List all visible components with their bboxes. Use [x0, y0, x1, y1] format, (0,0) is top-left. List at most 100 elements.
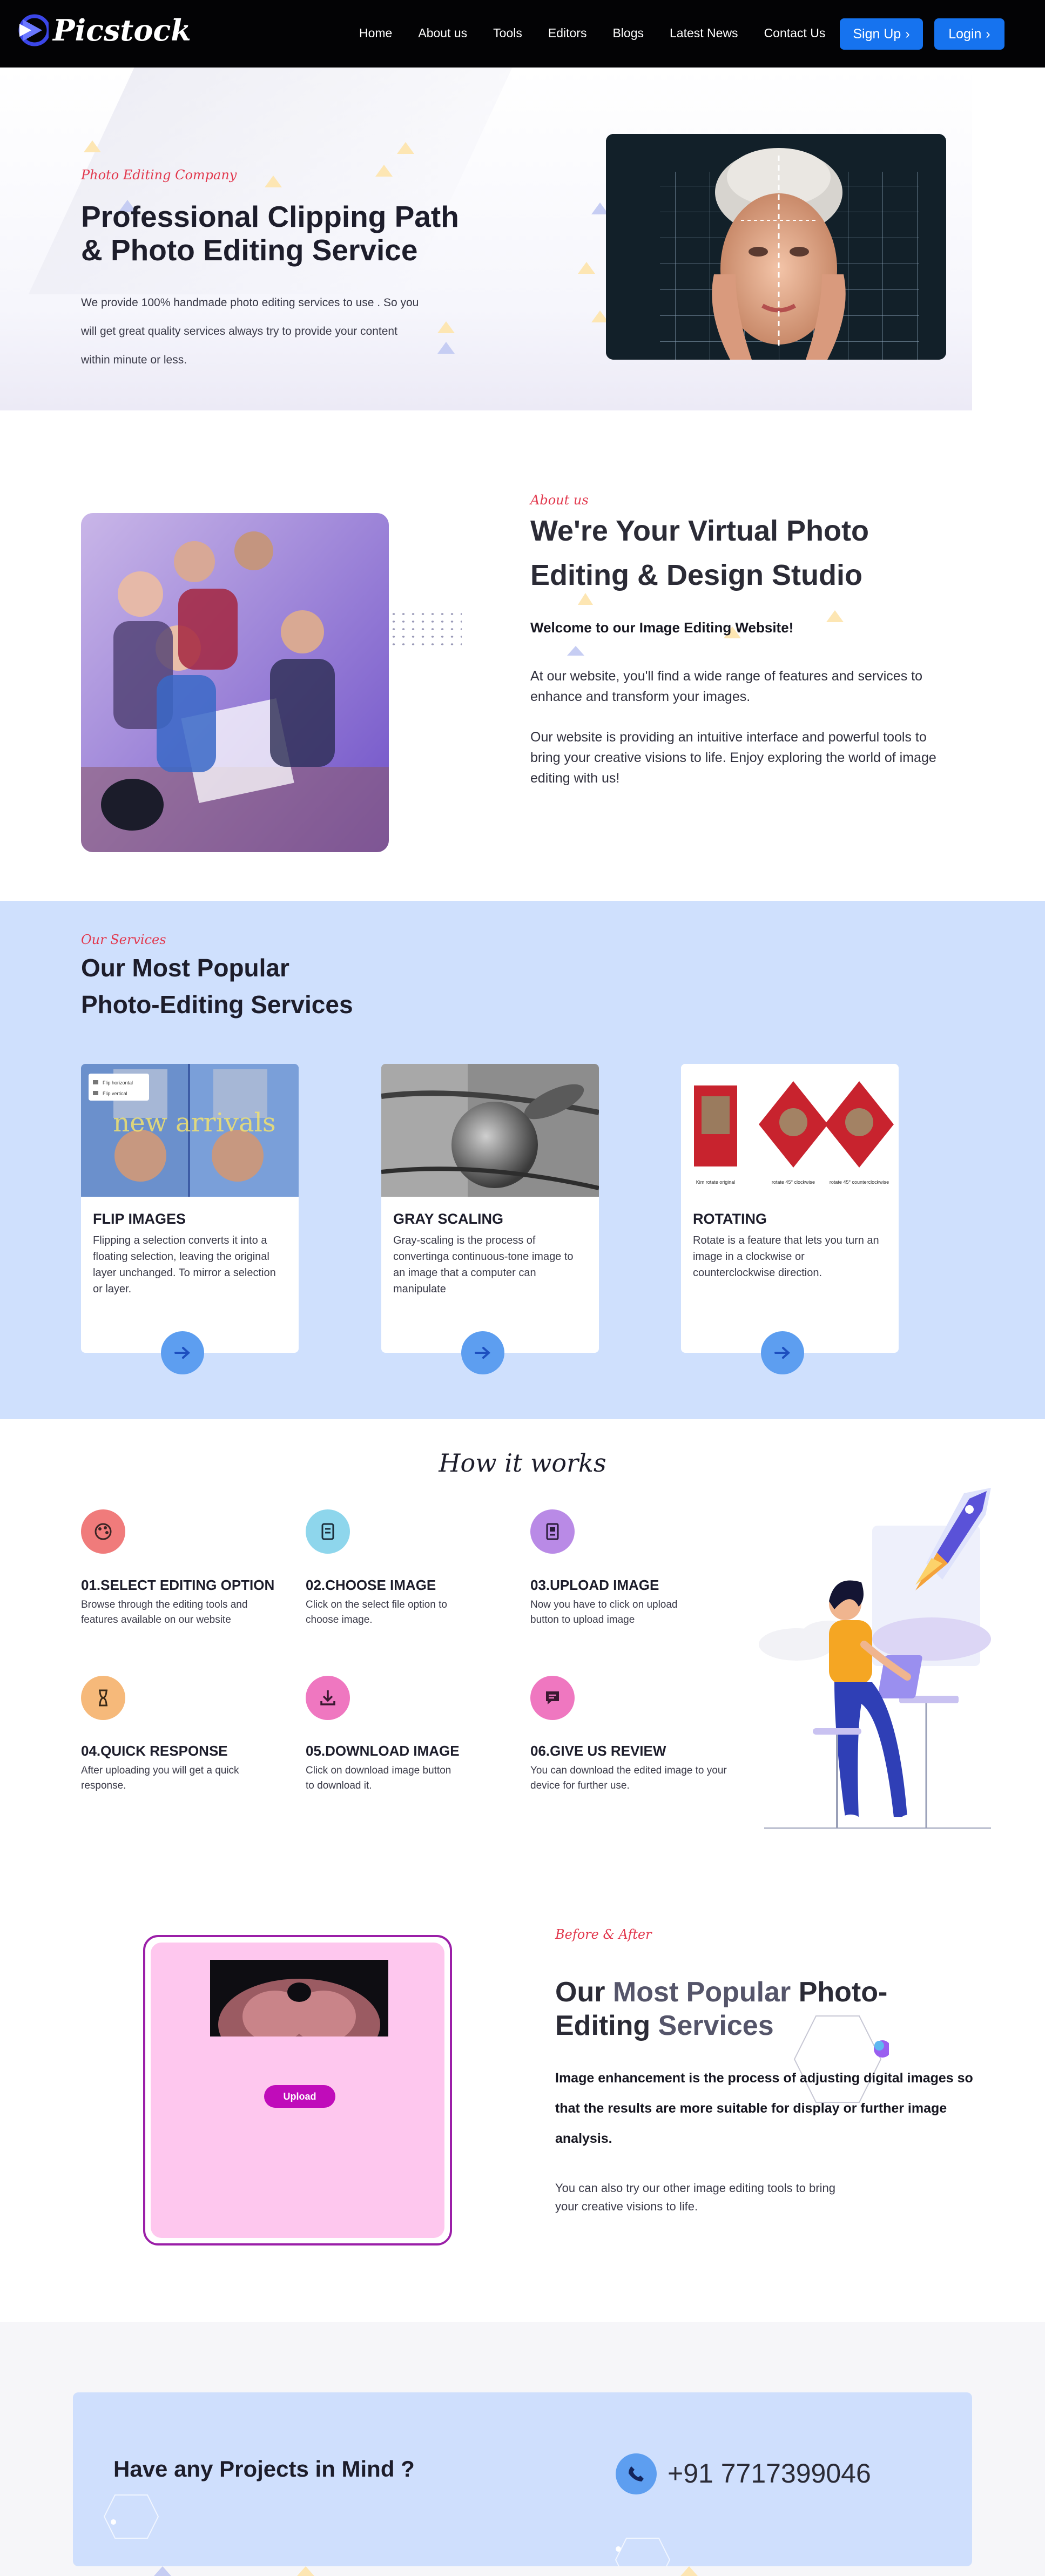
top-navbar: Picstock Home About us Tools Editors Blo…	[0, 0, 1045, 68]
chat-icon	[530, 1676, 575, 1720]
service-card-description: Flipping a selection converts it into a …	[93, 1235, 276, 1295]
title-part: Editing	[555, 2010, 658, 2041]
hero-image	[606, 134, 946, 360]
preview-image	[210, 1960, 388, 2036]
rotating-card-image: Kim rotate original rotate 45° clockwise…	[681, 1064, 899, 1197]
flip-vertical-text: Flip vertical	[103, 1091, 127, 1096]
nav-link-latest-news[interactable]: Latest News	[670, 26, 738, 41]
decor-triangle-icon	[437, 342, 455, 354]
logo-mark-icon	[17, 13, 51, 48]
step-description: You can download the edited image to you…	[530, 1765, 727, 1791]
rotating-card-arrow-button[interactable]	[761, 1331, 804, 1374]
services-kicker: Our Services	[81, 932, 166, 947]
flip-card-arrow-button[interactable]	[161, 1331, 204, 1374]
decor-triangle-icon	[154, 2566, 171, 2576]
rotate-caption: rotate 45° counterclockwise	[830, 1179, 889, 1185]
before-after-kicker: Before & After	[555, 1927, 652, 1942]
phone-icon	[629, 2466, 644, 2481]
decor-triangle-icon	[578, 262, 595, 274]
about-kicker: About us	[530, 493, 589, 508]
flip-card-image: Flip horizontal Flip vertical new arriva…	[81, 1064, 299, 1197]
hero-title: Professional Clipping Path & Photo Editi…	[81, 200, 459, 267]
before-after-paragraph: You can also try our other image editing…	[555, 2181, 835, 2213]
service-card-description: Rotate is a feature that lets you turn a…	[693, 1235, 879, 1279]
before-after-title: Our Most Popular Photo- Editing Services	[555, 1975, 966, 2042]
decor-triangle-icon	[437, 321, 455, 333]
hero-kicker: Photo Editing Company	[81, 167, 237, 183]
nav-links: Home About us Tools Editors Blogs Latest…	[359, 26, 851, 41]
step-description: Browse through the editing tools and fea…	[81, 1599, 248, 1626]
decor-triangle-icon	[297, 2566, 314, 2576]
about-team-image	[81, 513, 389, 852]
phone-number[interactable]: +91 7717399046	[668, 2458, 871, 2489]
decor-triangle-icon	[265, 176, 282, 187]
about-paragraph-1: At our website, you'll find a wide range…	[530, 669, 923, 704]
palette-icon	[81, 1509, 125, 1554]
services-title-line-2: Photo-Editing Services	[81, 990, 353, 1019]
step-description: Now you have to click on upload button t…	[530, 1599, 678, 1626]
nav-link-editors[interactable]: Editors	[548, 26, 587, 41]
step-description: After uploading you will get a quick res…	[81, 1765, 239, 1791]
decor-triangle-icon	[680, 2566, 698, 2576]
about-welcome: Welcome to our Image Editing Website!	[530, 619, 794, 636]
grayscale-card-arrow-button[interactable]	[461, 1331, 504, 1374]
service-card-flip[interactable]: Flip horizontal Flip vertical new arriva…	[81, 1064, 299, 1374]
signup-button[interactable]: Sign Up ›	[840, 18, 923, 50]
contact-question: Have any Projects in Mind ?	[113, 2456, 415, 2481]
step-title: 02.CHOOSE IMAGE	[306, 1577, 436, 1593]
service-card-title: GRAY SCALING	[393, 1211, 504, 1227]
chevron-right-icon: ›	[905, 26, 910, 42]
chevron-right-icon: ›	[986, 26, 990, 42]
nav-link-blogs[interactable]: Blogs	[612, 26, 644, 41]
decor-triangle-icon	[567, 646, 584, 656]
step-title: 03.UPLOAD IMAGE	[530, 1577, 659, 1593]
title-part: Photo-	[791, 1977, 888, 2008]
decor-triangle-icon	[375, 165, 393, 177]
step-title: 05.DOWNLOAD IMAGE	[306, 1743, 460, 1759]
upload-button[interactable]: Upload	[264, 2085, 335, 2108]
nav-link-contact[interactable]: Contact Us	[764, 26, 826, 41]
title-highlight: Services	[658, 2010, 774, 2041]
upload-dropzone[interactable]: Upload	[151, 1943, 444, 2238]
services-title-line-1: Our Most Popular	[81, 954, 289, 982]
working-person-illustration	[753, 1482, 994, 1833]
service-card-description: Gray-scaling is the process of convertin…	[393, 1235, 574, 1295]
phone-button[interactable]	[616, 2453, 657, 2494]
arrow-right-icon	[475, 1347, 490, 1359]
file-icon	[306, 1509, 350, 1554]
brand-name: Picstock	[53, 13, 191, 48]
step-description: Click on download image button to downlo…	[306, 1765, 451, 1791]
services-title: Our Most Popular Photo-Editing Services	[81, 949, 459, 1023]
decor-dots	[389, 610, 462, 648]
title-highlight: Most Popular	[612, 1977, 791, 2008]
service-card-grayscale[interactable]: GRAY SCALING Gray-scaling is the process…	[381, 1064, 599, 1374]
about-title: We're Your Virtual Photo Editing & Desig…	[530, 515, 869, 591]
before-after-upload-panel: Upload	[143, 1935, 452, 2245]
login-label: Login	[948, 26, 982, 42]
login-button[interactable]: Login ›	[934, 18, 1004, 50]
nav-link-about[interactable]: About us	[418, 26, 467, 41]
title-part: Our	[555, 1977, 613, 2008]
nav-link-home[interactable]: Home	[359, 26, 392, 41]
document-icon	[530, 1509, 575, 1554]
hero-description: We provide 100% handmade photo editing s…	[81, 296, 419, 366]
nav-link-tools[interactable]: Tools	[493, 26, 522, 41]
before-after-bold-text: Image enhancement is the process of adju…	[555, 2071, 973, 2146]
brand-logo[interactable]: Picstock	[17, 13, 191, 48]
service-card-title: FLIP IMAGES	[93, 1211, 186, 1227]
arrow-right-icon	[774, 1347, 790, 1359]
signup-label: Sign Up	[853, 26, 901, 42]
arrow-right-icon	[174, 1347, 190, 1359]
rotate-caption: Kim rotate original	[696, 1179, 736, 1185]
service-card-rotating[interactable]: Kim rotate original rotate 45° clockwise…	[681, 1064, 899, 1374]
about-paragraph-2: Our website is providing an intuitive in…	[530, 730, 936, 786]
flip-card-image-text: new arrivals	[113, 1108, 275, 1138]
hourglass-icon	[81, 1676, 125, 1720]
grayscale-card-image	[381, 1064, 599, 1197]
service-card-title: ROTATING	[693, 1211, 767, 1227]
download-icon	[306, 1676, 350, 1720]
step-title: 06.GIVE US REVIEW	[530, 1743, 666, 1759]
step-description: Click on the select file option to choos…	[306, 1599, 447, 1626]
rotate-caption: rotate 45° clockwise	[772, 1179, 815, 1185]
step-title: 04.QUICK RESPONSE	[81, 1743, 228, 1759]
